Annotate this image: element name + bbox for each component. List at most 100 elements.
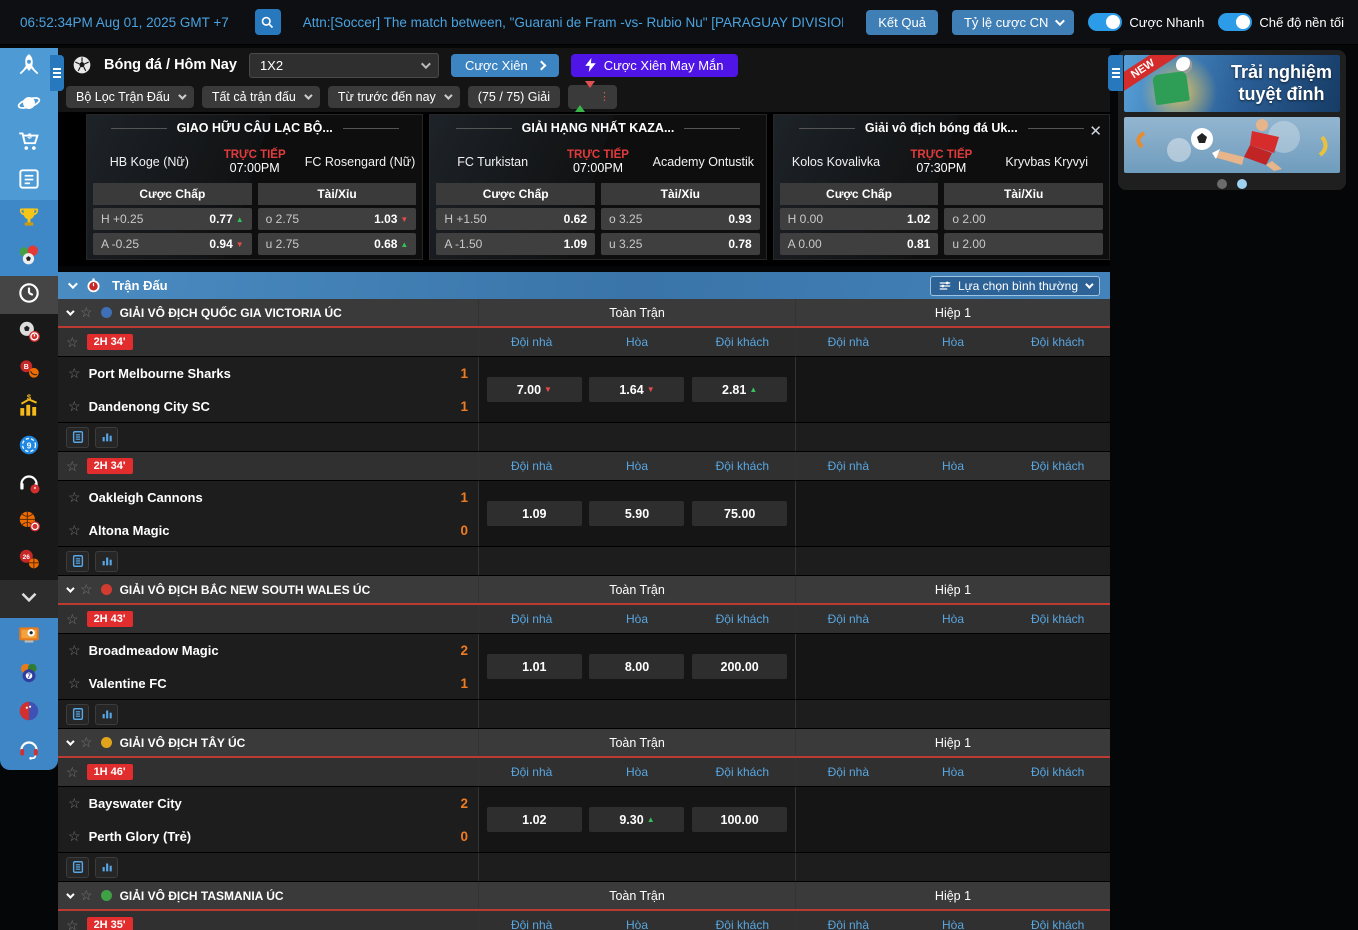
sidebar-item-bet-list[interactable] (0, 162, 58, 200)
sort-button[interactable]: ⋮ (568, 85, 617, 109)
odds-button-away[interactable]: 200.00 (692, 654, 787, 679)
sidebar-item-mixed-balls[interactable]: 26 (0, 542, 58, 580)
over-under-odds-cell[interactable]: o 2.00 (944, 208, 1103, 230)
quick-bet-toggle[interactable] (1088, 13, 1122, 31)
bet-types-button[interactable] (66, 427, 89, 448)
odds-type-dropdown[interactable]: Tỷ lệ cược CN (952, 10, 1074, 35)
sidebar-item-basketball-live[interactable] (0, 504, 58, 542)
favorite-star-icon[interactable]: ☆ (68, 398, 81, 415)
league-header[interactable]: ☆GIẢI VÔ ĐỊCH TÂY ÚCToàn TrậnHiệp 1 (58, 729, 1110, 758)
odds-line-label: A -0.25 (101, 237, 139, 251)
bet-types-button[interactable] (66, 704, 89, 725)
odds-button-home[interactable]: 1.01 (487, 654, 582, 679)
collapse-chevron-icon[interactable] (68, 279, 78, 289)
handicap-odds-cell[interactable]: H +1.500.62 (436, 208, 595, 230)
sidebar-item-soccer-live[interactable] (0, 314, 58, 352)
bet-types-button[interactable] (66, 857, 89, 878)
sidebar-item-chevron-expand[interactable] (0, 580, 58, 618)
view-mode-dropdown[interactable]: Lựa chọn bình thường (930, 276, 1100, 296)
match-panel-title: Trận Đấu (112, 278, 168, 293)
odds-button-draw[interactable]: 9.30▲ (589, 807, 684, 832)
svg-text:B: B (24, 364, 29, 371)
favorite-star-icon[interactable]: ☆ (68, 795, 81, 812)
sidebar-item-cart[interactable]: $ (0, 124, 58, 162)
favorite-star-icon[interactable]: ☆ (66, 611, 79, 628)
bet-types-button[interactable] (66, 551, 89, 572)
favorite-star-icon[interactable]: ☆ (66, 334, 79, 351)
parlay-button[interactable]: Cược Xiên (451, 54, 559, 77)
favorite-star-icon[interactable]: ☆ (80, 734, 93, 751)
market-type-select[interactable]: 1X2 (249, 53, 439, 78)
league-header[interactable]: ☆GIẢI VÔ ĐỊCH QUỐC GIA VICTORIA ÚCToàn T… (58, 299, 1110, 328)
over-under-odds-cell[interactable]: o 3.250.93 (601, 208, 760, 230)
dark-mode-toggle[interactable] (1218, 13, 1252, 31)
banner-collapse-handle[interactable] (1108, 55, 1123, 91)
carousel-dot-0[interactable] (1217, 179, 1227, 189)
handicap-odds-cell[interactable]: H 0.001.02 (780, 208, 939, 230)
sidebar-item-bowling[interactable] (0, 694, 58, 732)
over-under-odds-cell[interactable]: u 3.250.78 (601, 233, 760, 255)
odds-button-away[interactable]: 100.00 (692, 807, 787, 832)
sidebar-item-audio-live[interactable] (0, 466, 58, 504)
match-filter-dropdown[interactable]: Bộ Lọc Trận Đấu (66, 86, 194, 108)
collapse-chevron-icon[interactable] (66, 737, 74, 745)
collapse-chevron-icon[interactable] (66, 307, 74, 315)
results-button[interactable]: Kết Quả (866, 10, 938, 35)
close-icon[interactable]: ✕ (1089, 122, 1102, 140)
sidebar-item-pool-7[interactable]: 7 (0, 656, 58, 694)
sidebar-item-casino-balls[interactable]: B (0, 352, 58, 390)
stats-button[interactable] (95, 551, 118, 572)
odds-button-away[interactable]: 75.00 (692, 501, 787, 526)
sidebar-item-finance-chart[interactable]: $ (0, 390, 58, 428)
sidebar-item-tv-stream[interactable] (0, 618, 58, 656)
sidebar-item-planet[interactable] (0, 86, 58, 124)
full-time-headers: Đội nhàHòaĐội khách (478, 328, 795, 356)
favorite-star-icon[interactable]: ☆ (80, 887, 93, 904)
over-under-odds-cell[interactable]: u 2.00 (944, 233, 1103, 255)
odds-button-home[interactable]: 1.09 (487, 501, 582, 526)
handicap-odds-cell[interactable]: H +0.250.77▲ (93, 208, 252, 230)
sidebar-collapse-handle[interactable] (50, 55, 64, 91)
odds-button-away[interactable]: 2.81▲ (692, 377, 787, 402)
odds-button-home[interactable]: 7.00▼ (487, 377, 582, 402)
favorite-star-icon[interactable]: ☆ (66, 917, 79, 930)
carousel-dot-1[interactable] (1237, 179, 1247, 189)
all-matches-dropdown[interactable]: Tất cả trận đấu (202, 86, 320, 108)
handicap-odds-cell[interactable]: A -0.250.94▼ (93, 233, 252, 255)
over-under-odds-cell[interactable]: u 2.750.68▲ (258, 233, 417, 255)
handicap-odds-cell[interactable]: A 0.000.81 (780, 233, 939, 255)
collapse-chevron-icon[interactable] (66, 584, 74, 592)
lucky-parlay-button[interactable]: Cược Xiên May Mắn (571, 54, 738, 77)
favorite-star-icon[interactable]: ☆ (66, 458, 79, 475)
time-range-dropdown[interactable]: Từ trước đến nay (328, 86, 460, 108)
sidebar-item-sport-balls[interactable] (0, 238, 58, 276)
favorite-star-icon[interactable]: ☆ (80, 304, 93, 321)
sidebar-item-support-headset[interactable] (0, 732, 58, 770)
favorite-star-icon[interactable]: ☆ (68, 675, 81, 692)
stats-button[interactable] (95, 704, 118, 725)
favorite-star-icon[interactable]: ☆ (80, 581, 93, 598)
promo-banner-new[interactable]: NEW Trải nghiệmtuyệt đỉnh (1124, 55, 1340, 112)
favorite-star-icon[interactable]: ☆ (66, 764, 79, 781)
sidebar-item-clock[interactable] (0, 276, 58, 314)
sidebar-item-trophy[interactable] (0, 200, 58, 238)
favorite-star-icon[interactable]: ☆ (68, 365, 81, 382)
collapse-chevron-icon[interactable] (66, 890, 74, 898)
promo-banner-player[interactable] (1124, 117, 1340, 173)
favorite-star-icon[interactable]: ☆ (68, 489, 81, 506)
stats-button[interactable] (95, 427, 118, 448)
favorite-star-icon[interactable]: ☆ (68, 828, 81, 845)
stats-button[interactable] (95, 857, 118, 878)
favorite-star-icon[interactable]: ☆ (68, 642, 81, 659)
odds-button-home[interactable]: 1.02 (487, 807, 582, 832)
handicap-odds-cell[interactable]: A -1.501.09 (436, 233, 595, 255)
odds-button-draw[interactable]: 8.00 (589, 654, 684, 679)
over-under-odds-cell[interactable]: o 2.751.03▼ (258, 208, 417, 230)
league-header[interactable]: ☆GIẢI VÔ ĐỊCH BẮC NEW SOUTH WALES ÚCToàn… (58, 576, 1110, 605)
odds-button-draw[interactable]: 1.64▼ (589, 377, 684, 402)
sidebar-item-chip-9[interactable]: 9 (0, 428, 58, 466)
league-header[interactable]: ☆GIẢI VÔ ĐỊCH TASMANIA ÚCToàn TrậnHiệp 1 (58, 882, 1110, 911)
odds-button-draw[interactable]: 5.90 (589, 501, 684, 526)
search-button[interactable] (255, 9, 281, 35)
favorite-star-icon[interactable]: ☆ (68, 522, 81, 539)
